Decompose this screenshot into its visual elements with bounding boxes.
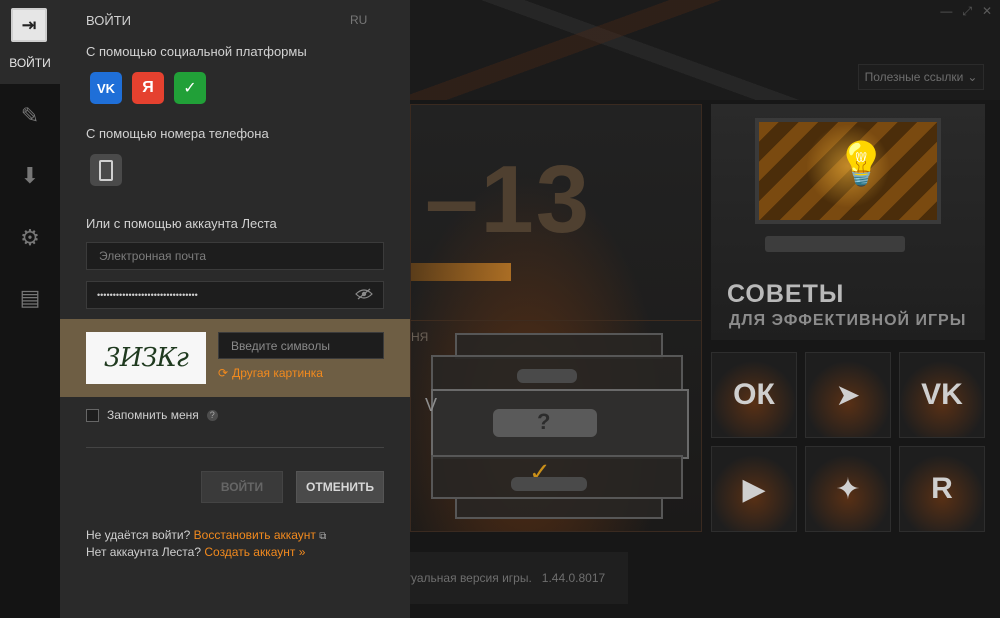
banner-divider — [411, 320, 701, 321]
tips-subtitle: ДЛЯ ЭФФЕКТИВНОЙ ИГРЫ — [729, 312, 967, 329]
sber-icon: ✓ — [183, 80, 197, 97]
no-account-text: Нет аккаунта Леста? — [86, 545, 202, 559]
settings-icon[interactable]: ⚙ — [14, 222, 46, 254]
restore-line: Не удаётся войти? Восстановить аккаунт ⧉ — [86, 528, 326, 542]
yandex-login-button[interactable]: Я — [132, 72, 164, 104]
banner-progress-decoration — [411, 263, 511, 281]
rutube-icon[interactable]: R — [899, 446, 985, 532]
useful-links-dropdown[interactable]: Полезные ссылки ⌄ — [858, 64, 984, 90]
tips-banner[interactable]: 💡 СОВЕТЫ ДЛЯ ЭФФЕКТИВНОЙ ИГРЫ — [711, 104, 985, 340]
captcha-refresh-label: Другая картинка — [232, 366, 323, 380]
vk-icon[interactable]: VK — [899, 352, 985, 438]
tank-card — [455, 497, 663, 519]
yandex-icon: Я — [142, 79, 154, 96]
maximize-icon[interactable]: ⤢ — [962, 4, 972, 19]
external-link-icon: ⧉ — [319, 531, 327, 542]
login-panel: ВОЙТИ RU С помощью социальной платформы … — [60, 0, 410, 618]
divider — [86, 447, 384, 448]
sber-login-button[interactable]: ✓ — [174, 72, 206, 104]
version-number: 1.44.0.8017 — [541, 571, 606, 585]
minimize-icon[interactable]: — — [940, 4, 952, 19]
captcha-image: 3ИЗКг — [86, 332, 206, 384]
monitor-illustration: 💡 — [755, 118, 941, 224]
telegram-icon[interactable]: ➤ — [805, 352, 891, 438]
notifications-icon[interactable]: ✎ — [14, 100, 46, 132]
remember-me[interactable]: Запомнить меня ? — [86, 408, 218, 422]
banner-label: НЯ — [411, 330, 429, 344]
login-button[interactable]: ВОЙТИ — [201, 471, 283, 503]
social-section-label: С помощью социальной платформы — [86, 44, 307, 59]
question-icon: ? — [537, 409, 551, 434]
restore-account-link[interactable]: Восстановить аккаунт — [194, 528, 316, 542]
email-input[interactable] — [97, 248, 351, 264]
rail-login-label: ВОЙТИ — [9, 56, 51, 70]
create-account-link[interactable]: Создать аккаунт » — [204, 545, 305, 559]
odnoklassniki-icon[interactable]: ОК — [711, 352, 797, 438]
phone-section-label: С помощью номера телефона — [86, 126, 269, 141]
captcha-section: 3ИЗКг ⟳ Другая картинка — [60, 319, 410, 397]
login-icon: ⇥ — [11, 8, 47, 42]
tank-card: ✓ — [431, 455, 683, 499]
create-line: Нет аккаунта Леста? Создать аккаунт » — [86, 545, 305, 559]
useful-links-label: Полезные ссылки — [864, 70, 964, 84]
close-icon[interactable]: ✕ — [982, 4, 992, 19]
tank-card — [431, 355, 683, 391]
tips-title: СОВЕТЫ — [727, 280, 845, 308]
remember-checkbox[interactable] — [86, 408, 99, 422]
vk-icon: VK — [96, 80, 116, 96]
zen-icon[interactable]: ✦ — [805, 446, 891, 532]
email-field[interactable] — [86, 242, 384, 270]
captcha-input[interactable] — [229, 337, 373, 354]
version-text: ктуальная версия игры. — [400, 571, 532, 585]
lesta-section-label: Или с помощью аккаунта Леста — [86, 216, 277, 231]
captcha-field[interactable] — [218, 332, 384, 359]
tank-icon — [517, 369, 577, 383]
captcha-refresh-link[interactable]: ⟳ Другая картинка — [218, 366, 323, 380]
tank-icon — [511, 477, 587, 491]
remember-label: Запомнить меня — [107, 408, 199, 422]
hide-password-icon[interactable] — [355, 288, 373, 300]
chevron-down-icon: ⌄ — [967, 70, 978, 84]
rail-login-button[interactable]: ⇥ ВОЙТИ — [0, 0, 60, 84]
panel-title: ВОЙТИ — [86, 13, 131, 28]
refresh-icon: ⟳ — [218, 366, 229, 380]
lightbulb-icon: 💡 — [835, 140, 888, 187]
language-selector[interactable]: RU — [350, 13, 367, 27]
promo-banner[interactable]: –13 НЯ ? V ✓ — [410, 104, 702, 532]
banner-number: –13 — [425, 146, 592, 253]
tank-card-selected: ? — [431, 389, 689, 459]
phone-login-button[interactable] — [90, 154, 122, 186]
password-field[interactable]: •••••••••••••••••••••••••••••••• — [86, 281, 384, 309]
password-input[interactable]: •••••••••••••••••••••••••••••••• — [97, 290, 198, 300]
window-controls: — ⤢ ✕ — [940, 4, 992, 19]
youtube-icon[interactable]: ▶ — [711, 446, 797, 532]
phone-icon — [99, 159, 113, 181]
cant-login-text: Не удаётся войти? — [86, 528, 191, 542]
download-icon[interactable]: ⬇ — [14, 160, 46, 192]
tier-label: V — [425, 395, 438, 415]
version-info: ктуальная версия игры. 1.44.0.8017 — [380, 552, 628, 604]
chat-icon[interactable]: ▤ — [14, 282, 46, 314]
cancel-button[interactable]: ОТМЕНИТЬ — [296, 471, 384, 503]
help-icon[interactable]: ? — [206, 409, 218, 421]
vk-login-button[interactable]: VK — [90, 72, 122, 104]
left-rail: ⇥ ВОЙТИ ✎ ⬇ ⚙ ▤ — [0, 0, 60, 618]
keyboard-illustration — [765, 236, 905, 252]
